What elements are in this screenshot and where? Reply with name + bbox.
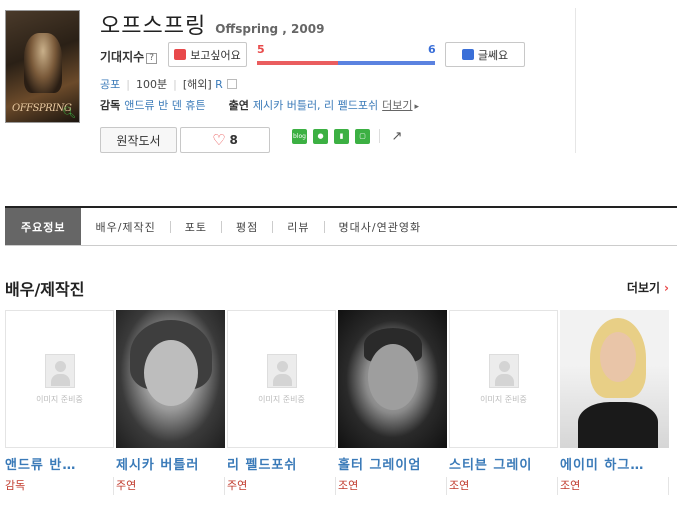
divider xyxy=(379,129,380,143)
not-sure-label: 글쎄요 xyxy=(477,48,509,62)
cast-role: 조연 xyxy=(449,477,558,495)
thumbs-up-icon xyxy=(174,49,187,60)
cast-card[interactable]: 제시카 버틀러 주연 xyxy=(116,310,227,495)
title-english-year: Offspring , 2009 xyxy=(215,22,325,36)
cast-link[interactable]: 제시카 버틀러, 리 펠드포쉬 xyxy=(253,99,378,112)
person-placeholder-icon xyxy=(44,353,75,388)
placeholder-text: 이미지 준비중 xyxy=(36,394,83,404)
cast-name[interactable]: 홀터 그레이엄 xyxy=(338,454,445,473)
not-sure-button[interactable]: 글쎄요 xyxy=(445,42,525,67)
cast-role: 조연 xyxy=(338,477,447,495)
cast-photo-placeholder[interactable]: 이미지 준비중 xyxy=(227,310,336,448)
cast-card[interactable]: 홀터 그레이엄 조연 xyxy=(338,310,449,495)
cast-role: 주연 xyxy=(116,477,225,495)
help-icon[interactable]: ? xyxy=(146,53,158,64)
director-label: 감독 xyxy=(100,99,121,112)
cast-card[interactable]: 이미지 준비중 리 펠드포쉬 주연 xyxy=(227,310,338,495)
section-more-link[interactable]: 더보기 › xyxy=(627,279,669,296)
zoom-icon[interactable]: 🔍︎ xyxy=(62,106,76,119)
title-korean: 오프스프링 xyxy=(100,14,207,39)
expectation-label-text: 기대지수 xyxy=(100,50,145,64)
poster-figure xyxy=(24,33,62,93)
tab-bar: 주요정보 배우/제작진 포토 평점 리뷰 명대사/연관영화 xyxy=(5,206,677,246)
movie-meta: 공포 | 100분 | [해외] R xyxy=(100,76,237,92)
cast-role: 주연 xyxy=(227,477,336,495)
tab-review[interactable]: 리뷰 xyxy=(273,208,323,245)
rating-info-icon[interactable] xyxy=(226,79,237,89)
divider: | xyxy=(126,78,130,91)
share-bar: blog ● ▮ ▢ ↗ xyxy=(292,128,405,144)
bookmark-icon[interactable]: ▮ xyxy=(334,128,349,144)
person-placeholder-icon xyxy=(266,353,297,388)
memo-icon[interactable]: ▢ xyxy=(355,128,370,144)
original-book-label: 원작도서 xyxy=(116,133,161,148)
chevron-right-icon: › xyxy=(664,281,669,295)
cast-card[interactable]: 이미지 준비중 스티븐 그레이 조연 xyxy=(449,310,560,495)
cast-label: 출연 xyxy=(228,99,249,112)
share-icon[interactable]: ↗ xyxy=(389,128,405,144)
tab-quotes-related[interactable]: 명대사/연관영화 xyxy=(325,208,436,245)
like-button[interactable]: ♡ 8 xyxy=(180,127,270,153)
credits-more-link[interactable]: 더보기 xyxy=(382,99,412,112)
section-title: 배우/제작진 xyxy=(5,280,85,299)
credits-row: 감독 앤드류 반 덴 휴튼 출연 제시카 버틀러, 리 펠드포쉬 더보기 ▸ xyxy=(100,97,419,113)
cast-photo[interactable] xyxy=(116,310,225,448)
want-to-see-label: 보고싶어요 xyxy=(190,48,241,62)
cast-name[interactable]: 앤드류 반… xyxy=(5,454,112,473)
chevron-right-icon: ▸ xyxy=(414,102,420,112)
movie-poster[interactable]: OFFSPRING 🔍︎ xyxy=(5,10,80,123)
runtime: 100분 xyxy=(135,78,168,91)
cast-photo-placeholder[interactable]: 이미지 준비중 xyxy=(5,310,114,448)
placeholder-text: 이미지 준비중 xyxy=(480,394,527,404)
cast-photo[interactable] xyxy=(338,310,447,448)
cast-list: 이미지 준비중 앤드류 반… 감독 제시카 버틀러 주연 이미지 준비중 리 펠… xyxy=(5,310,671,495)
want-to-see-button[interactable]: 보고싶어요 xyxy=(168,42,247,67)
cast-photo[interactable] xyxy=(560,310,669,448)
section-more-label: 더보기 xyxy=(626,281,661,295)
country: [해외] xyxy=(182,78,212,91)
meh-bar-fill xyxy=(337,61,435,65)
director-link[interactable]: 앤드류 반 덴 휴튼 xyxy=(124,99,205,112)
cast-card[interactable]: 이미지 준비중 앤드류 반… 감독 xyxy=(5,310,116,495)
want-count: 5 xyxy=(257,43,265,56)
cast-name[interactable]: 제시카 버틀러 xyxy=(116,454,223,473)
movie-title: 오프스프링 Offspring , 2009 xyxy=(100,8,324,40)
cast-photo-placeholder[interactable]: 이미지 준비중 xyxy=(449,310,558,448)
divider: | xyxy=(173,78,177,91)
divider xyxy=(575,8,576,153)
like-count: 8 xyxy=(229,133,238,147)
tab-rating[interactable]: 평점 xyxy=(222,208,272,245)
expectation-bar xyxy=(257,61,435,65)
rating: R xyxy=(215,78,223,91)
expectation-label: 기대지수? xyxy=(100,48,158,65)
cast-card[interactable]: 에이미 하그… 조연 xyxy=(560,310,671,495)
cast-name[interactable]: 스티븐 그레이 xyxy=(449,454,556,473)
placeholder-text: 이미지 준비중 xyxy=(258,394,305,404)
person-placeholder-icon xyxy=(488,353,519,388)
tab-photo[interactable]: 포토 xyxy=(171,208,221,245)
cast-role: 조연 xyxy=(560,477,669,495)
original-book-button[interactable]: 원작도서 xyxy=(100,127,177,153)
meh-count: 6 xyxy=(428,43,436,56)
cast-name[interactable]: 리 펠드포쉬 xyxy=(227,454,334,473)
cafe-icon[interactable]: ● xyxy=(313,128,328,144)
heart-icon: ♡ xyxy=(212,131,226,149)
cast-role: 감독 xyxy=(5,477,114,495)
thumbs-down-icon xyxy=(461,49,474,60)
cast-name[interactable]: 에이미 하그… xyxy=(560,454,667,473)
blog-icon[interactable]: blog xyxy=(292,128,307,144)
tab-cast-crew[interactable]: 배우/제작진 xyxy=(81,208,169,245)
genre-link[interactable]: 공포 xyxy=(100,78,120,91)
tab-main-info[interactable]: 주요정보 xyxy=(5,208,82,245)
want-bar-fill xyxy=(257,61,338,65)
